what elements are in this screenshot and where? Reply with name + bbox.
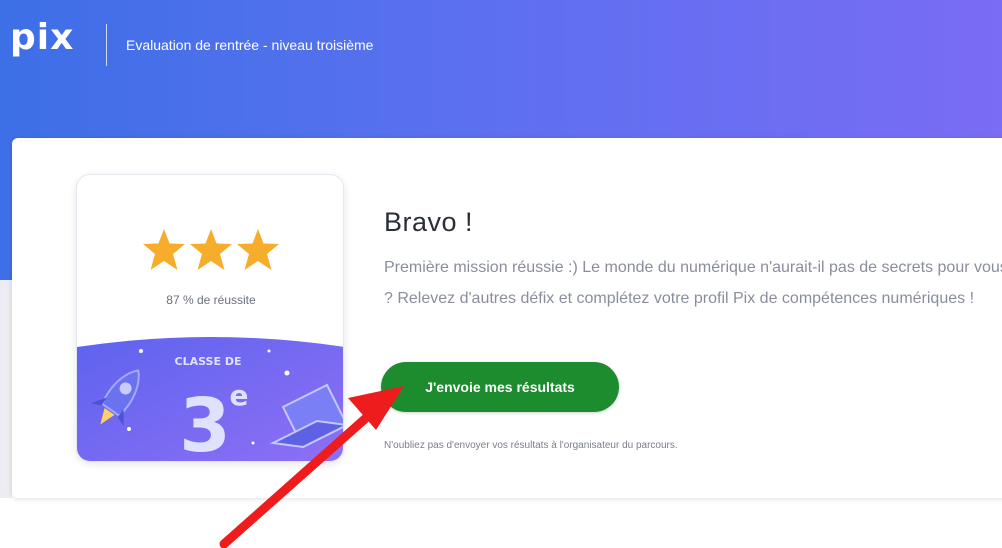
header-divider: [106, 24, 107, 66]
class-badge-illustration: CLASSE DE 3 e: [77, 325, 343, 462]
stars-rating: [143, 229, 279, 270]
badge-card: 87 % de réussite CLASSE DE 3 e: [76, 174, 344, 462]
class-suffix: e: [230, 379, 249, 412]
left-rail: [0, 280, 12, 498]
success-rate: 87 % de réussite: [166, 293, 256, 307]
star-icon: [237, 229, 279, 270]
result-heading: Bravo !: [384, 207, 474, 237]
page: pix Evaluation de rentrée - niveau trois…: [0, 0, 1002, 548]
pix-logo[interactable]: pix: [10, 16, 74, 60]
class-label: CLASSE DE: [175, 355, 242, 368]
send-results-button[interactable]: J'envoie mes résultats: [381, 362, 619, 412]
class-number: 3: [179, 383, 231, 462]
reminder-note: N'oubliez pas d'envoyer vos résultats à …: [384, 440, 678, 451]
campaign-title: Evaluation de rentrée - niveau troisième: [126, 37, 374, 53]
star-icon: [143, 229, 185, 270]
result-message: Première mission réussie :) Le monde du …: [384, 259, 1002, 307]
star-icon: [190, 229, 232, 270]
